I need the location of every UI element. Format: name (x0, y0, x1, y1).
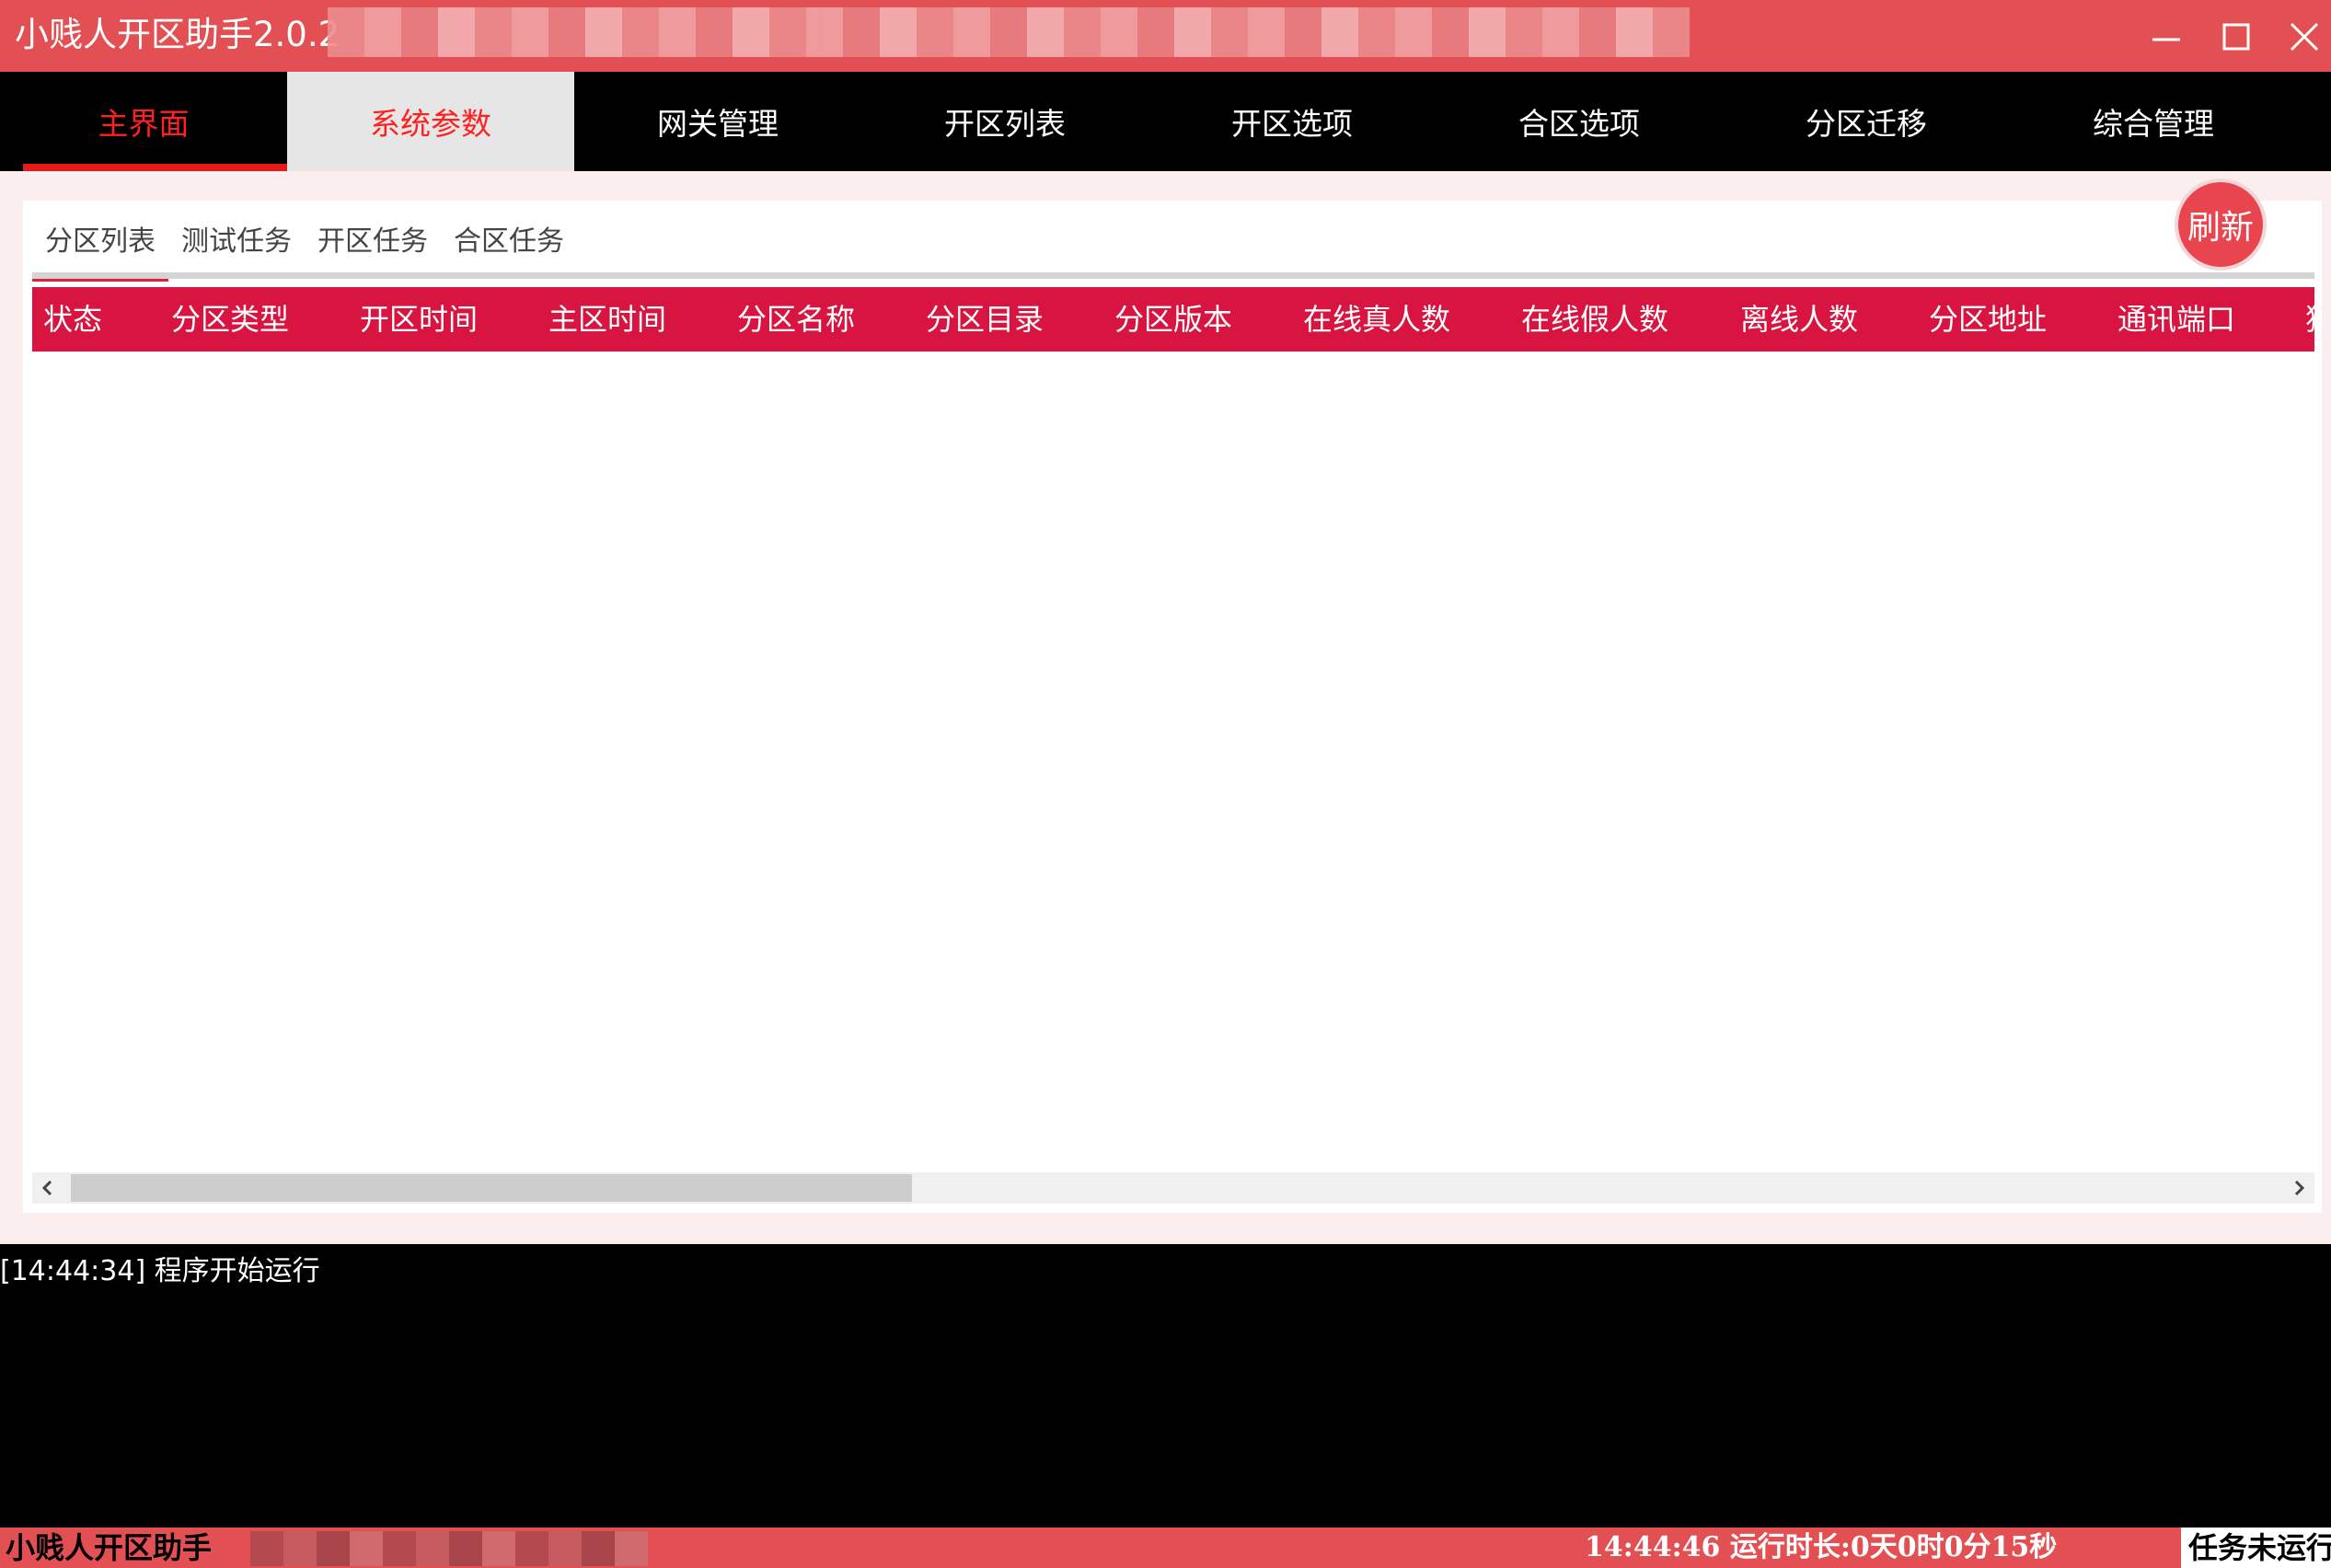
scroll-right-button[interactable] (2283, 1172, 2314, 1204)
horizontal-scrollbar[interactable] (32, 1172, 2314, 1204)
subtab-divider (32, 272, 2314, 279)
tab-merge-options[interactable]: 合区选项 (1436, 72, 1723, 171)
status-app-name: 小贱人开区助手 (6, 1530, 213, 1565)
tab-main[interactable]: 主界面 (0, 72, 287, 171)
redacted-status-area (250, 1531, 648, 1566)
close-button[interactable] (2275, 7, 2331, 66)
content-panel: 分区列表 测试任务 开区任务 合区任务 刷新 状态 分区类型 开区时间 主区时间… (23, 182, 2322, 1213)
main-nav: 主界面 系统参数 网关管理 开区列表 开区选项 合区选项 分区迁移 综合管理 (0, 72, 2331, 171)
maximize-icon (2222, 23, 2250, 51)
maximize-button[interactable] (2207, 7, 2266, 66)
scrollbar-thumb[interactable] (71, 1174, 912, 1202)
minimize-icon (2152, 38, 2180, 41)
status-runtime: 14:44:46 运行时长:0天0时0分15秒 (1585, 1531, 2058, 1563)
column-header[interactable]: 分区目录 (926, 287, 1044, 352)
tab-migration[interactable]: 分区迁移 (1723, 72, 2010, 171)
table-header: 状态 分区类型 开区时间 主区时间 分区名称 分区目录 分区版本 在线真人数 在… (32, 287, 2314, 352)
redacted-title-area (328, 7, 1690, 57)
column-header[interactable]: 独 (2305, 287, 2314, 352)
tab-gateway[interactable]: 网关管理 (574, 72, 861, 171)
column-header[interactable]: 通讯端口 (2118, 287, 2235, 352)
close-icon (2290, 22, 2319, 52)
column-header[interactable]: 分区类型 (171, 287, 289, 352)
log-line: [14:44:34] 程序开始运行 (0, 1255, 320, 1287)
tab-server-list[interactable]: 开区列表 (861, 72, 1148, 171)
log-panel[interactable]: [14:44:34] 程序开始运行 (0, 1244, 2331, 1528)
status-bar: 小贱人开区助手 14:44:46 运行时长:0天0时0分15秒 任务未运行 (0, 1528, 2331, 1568)
scroll-left-button[interactable] (32, 1172, 63, 1204)
chevron-left-icon (41, 1180, 52, 1196)
column-header[interactable]: 分区地址 (1929, 287, 2047, 352)
column-header[interactable]: 分区名称 (737, 287, 855, 352)
status-task-state: 任务未运行 (2181, 1528, 2331, 1568)
minimize-button[interactable] (2137, 7, 2196, 66)
column-header[interactable]: 在线假人数 (1521, 287, 1668, 352)
column-header[interactable]: 主区时间 (548, 287, 666, 352)
chevron-right-icon (2294, 1180, 2305, 1196)
title-bar: 小贱人开区助手2.0.2 (0, 0, 2331, 72)
tab-system-params[interactable]: 系统参数 (287, 72, 574, 171)
column-header[interactable]: 分区版本 (1114, 287, 1232, 352)
column-header[interactable]: 在线真人数 (1303, 287, 1450, 352)
column-header[interactable]: 状态 (43, 287, 102, 352)
window-title: 小贱人开区助手2.0.2 (15, 15, 340, 54)
refresh-button[interactable]: 刷新 (2178, 182, 2263, 267)
tab-server-options[interactable]: 开区选项 (1148, 72, 1436, 171)
column-header[interactable]: 开区时间 (360, 287, 478, 352)
column-header[interactable]: 离线人数 (1740, 287, 1858, 352)
tab-general[interactable]: 综合管理 (2010, 72, 2297, 171)
